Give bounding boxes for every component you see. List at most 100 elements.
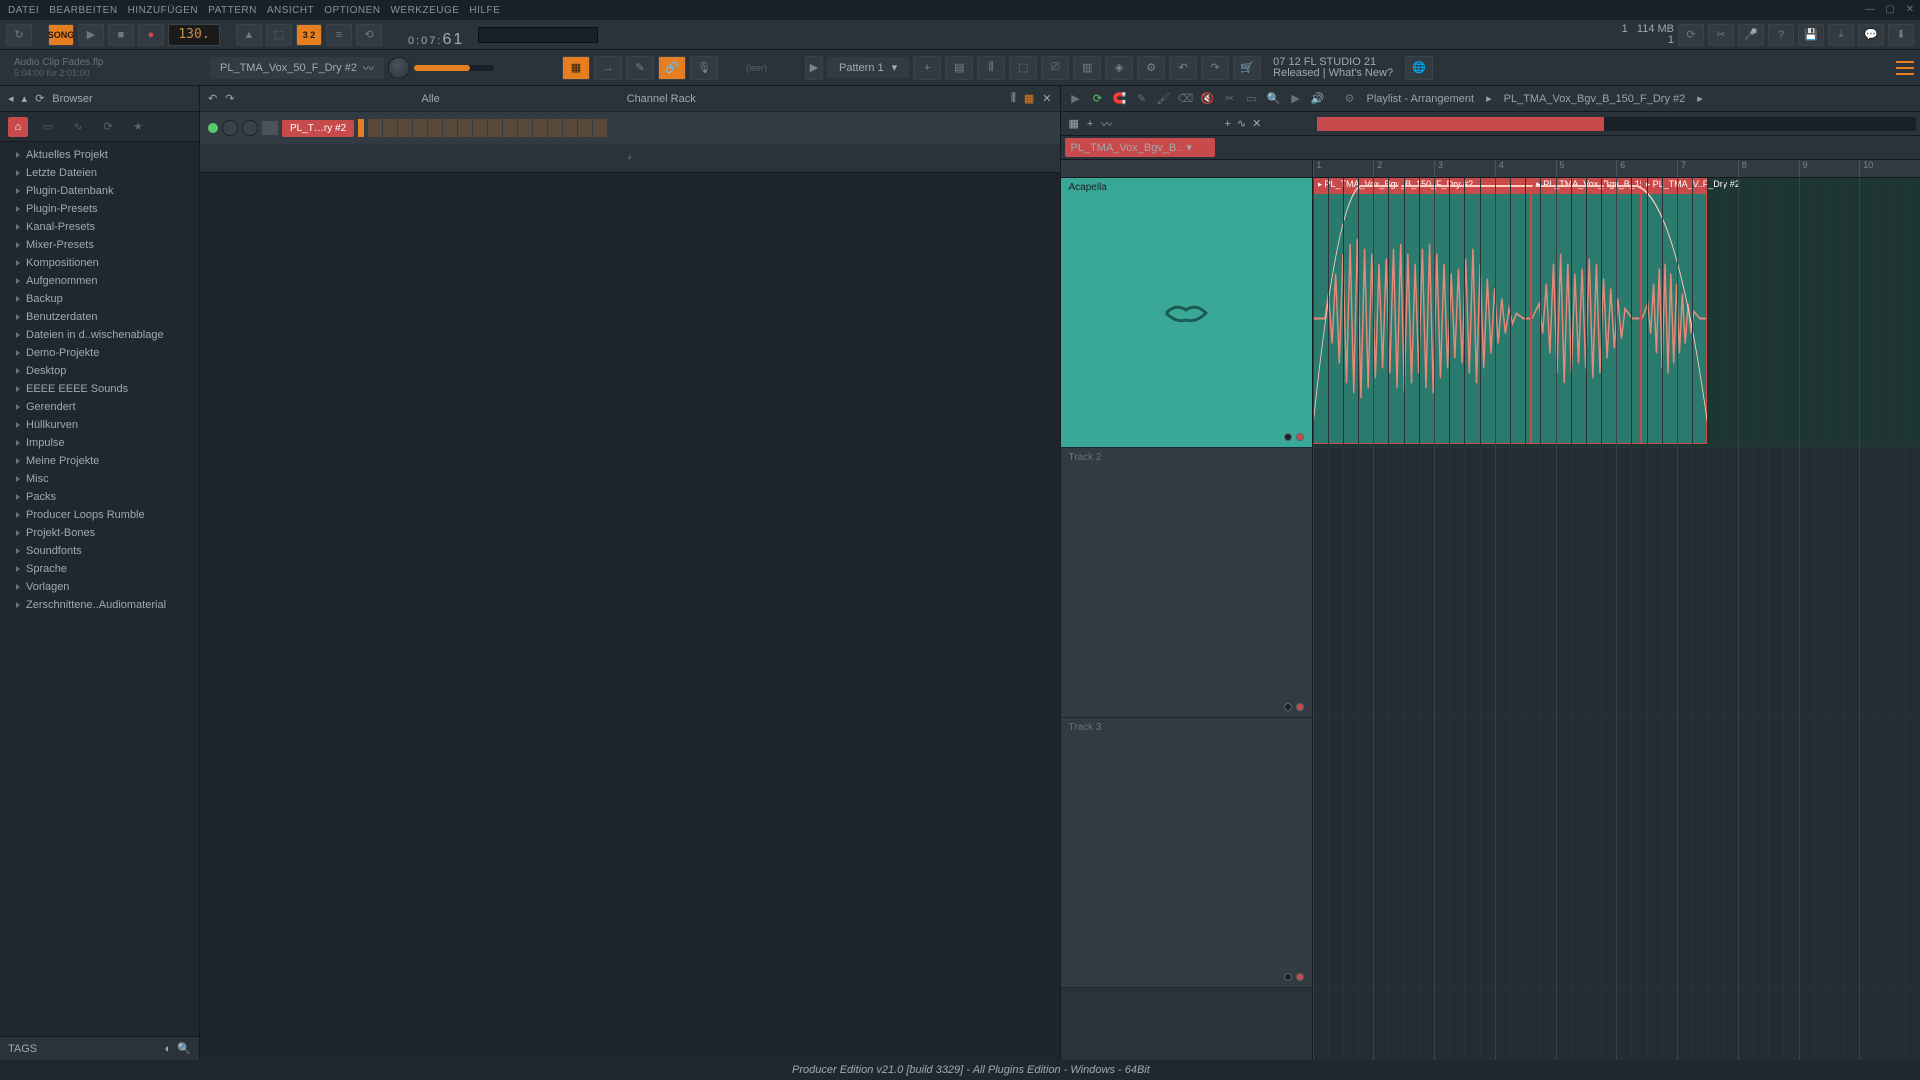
channel-name[interactable]: PL_T…ry #2 bbox=[282, 120, 354, 137]
audio-clip-3[interactable]: ▸ PL_TMA_V..F_Dry #2 bbox=[1641, 178, 1708, 444]
help-button[interactable]: ? bbox=[1768, 24, 1794, 46]
pl-play-icon[interactable]: ▶ bbox=[1067, 90, 1085, 108]
tool-slice-button[interactable]: ✎ bbox=[626, 56, 654, 80]
menu-view[interactable]: ANSICHT bbox=[263, 5, 318, 16]
step-cell[interactable] bbox=[413, 119, 427, 137]
bar-tick[interactable]: 1 bbox=[1313, 160, 1374, 177]
ch-filter[interactable]: Alle bbox=[421, 93, 439, 105]
view-channels-button[interactable]: ▤ bbox=[945, 56, 973, 80]
pl-grid-icon[interactable]: ▦ bbox=[1069, 117, 1079, 130]
pl-zoom-icon[interactable]: 🔍 bbox=[1265, 90, 1283, 108]
step-cell[interactable] bbox=[368, 119, 382, 137]
track-solo-dot[interactable] bbox=[1296, 703, 1304, 711]
view-sliders-button[interactable]: ⎚ bbox=[1041, 56, 1069, 80]
step-cell[interactable] bbox=[383, 119, 397, 137]
browser-audio-button[interactable]: ∿ bbox=[68, 117, 88, 137]
bar-tick[interactable]: 2 bbox=[1373, 160, 1434, 177]
chevron-up-icon[interactable]: ▴ bbox=[22, 92, 28, 105]
browser-fav-button[interactable]: ★ bbox=[128, 117, 148, 137]
tree-item[interactable]: Plugin-Datenbank bbox=[0, 182, 199, 200]
tree-item[interactable]: Misc bbox=[0, 470, 199, 488]
menu-help[interactable]: HILFE bbox=[465, 5, 504, 16]
menubar[interactable]: DATEI BEARBEITEN HINZUFÜGEN PATTERN ANSI… bbox=[0, 0, 1920, 20]
pattern-selector[interactable]: Pattern 1▾ bbox=[827, 57, 909, 78]
step-cell[interactable] bbox=[398, 119, 412, 137]
volume-slider[interactable] bbox=[414, 65, 494, 71]
track-header-3[interactable]: Track 3 bbox=[1061, 718, 1312, 988]
track-header-2[interactable]: Track 2 bbox=[1061, 448, 1312, 718]
audio-clip-1[interactable]: ▸ PL_TMA_Vox_Bgv_B_150_F_Dry #2 bbox=[1313, 178, 1532, 444]
tree-item[interactable]: Mixer-Presets bbox=[0, 236, 199, 254]
menu-edit[interactable]: BEARBEITEN bbox=[45, 5, 121, 16]
tool-link-button[interactable]: 🔗 bbox=[658, 56, 686, 80]
pl-speaker-icon[interactable]: 🔊 bbox=[1309, 90, 1327, 108]
menu-pattern[interactable]: PATTERN bbox=[204, 5, 261, 16]
tag-toggle-icon[interactable]: ◐ bbox=[165, 1043, 172, 1055]
step-cell[interactable] bbox=[578, 119, 592, 137]
mic-button[interactable]: 🎤 bbox=[1738, 24, 1764, 46]
view-next-button[interactable]: → bbox=[594, 56, 622, 80]
view-plugin-button[interactable]: ◈ bbox=[1105, 56, 1133, 80]
search-icon[interactable]: 🔍 bbox=[177, 1042, 191, 1055]
menu-file[interactable]: DATEI bbox=[4, 5, 43, 16]
tool-mic-button[interactable]: 🎙 bbox=[690, 56, 718, 80]
pl-select-icon[interactable]: ▭ bbox=[1243, 90, 1261, 108]
browser-refresh-button[interactable]: ⟳ bbox=[98, 117, 118, 137]
channel-pan-knob[interactable] bbox=[222, 120, 238, 136]
ch-grid-icon[interactable]: ▦ bbox=[1024, 92, 1034, 105]
undo-button[interactable]: ↶ bbox=[1169, 56, 1197, 80]
pl-play2-icon[interactable]: ▶ bbox=[1287, 90, 1305, 108]
play-button[interactable]: ▶ bbox=[78, 24, 104, 46]
pl-add-icon[interactable]: + bbox=[1087, 118, 1093, 130]
tree-item[interactable]: Kanal-Presets bbox=[0, 218, 199, 236]
pl-sync-icon[interactable]: ⟳ bbox=[1089, 90, 1107, 108]
bpm-display[interactable]: 130. bbox=[168, 24, 220, 46]
step-cell[interactable] bbox=[548, 119, 562, 137]
bar-tick[interactable]: 7 bbox=[1677, 160, 1738, 177]
news-box[interactable]: 07 12 FL STUDIO 21 Released | What's New… bbox=[1265, 57, 1401, 79]
playlist-crumb-clip[interactable]: PL_TMA_Vox_Bgv_B_150_F_Dry #2 bbox=[1500, 93, 1690, 105]
channel-enable-dot[interactable] bbox=[208, 123, 218, 133]
tree-item[interactable]: Aktuelles Projekt bbox=[0, 146, 199, 164]
tree-item[interactable]: Dateien in d..wischenablage bbox=[0, 326, 199, 344]
bar-tick[interactable]: 10 bbox=[1859, 160, 1920, 177]
track-header-1[interactable]: Acapella bbox=[1061, 178, 1312, 448]
step-cell[interactable] bbox=[488, 119, 502, 137]
track-mute-dot[interactable] bbox=[1284, 973, 1292, 981]
pattern-play-button[interactable]: ▶ bbox=[805, 56, 823, 80]
ch-graph-icon[interactable]: ⫼ bbox=[1011, 92, 1016, 105]
pl-automate-icon[interactable]: ∿ bbox=[1237, 117, 1246, 130]
download-button[interactable]: ⬇ bbox=[1888, 24, 1914, 46]
tree-item[interactable]: Letzte Dateien bbox=[0, 164, 199, 182]
pan-knob[interactable] bbox=[388, 57, 410, 79]
view-mixer-button[interactable]: ⫼ bbox=[977, 56, 1005, 80]
browser-clip-button[interactable]: ▭ bbox=[38, 117, 58, 137]
step-cell[interactable] bbox=[563, 119, 577, 137]
channel-add-button[interactable]: + bbox=[200, 144, 1060, 172]
tree-item[interactable]: Projekt-Bones bbox=[0, 524, 199, 542]
minimize-button[interactable]: — bbox=[1860, 0, 1880, 18]
browser-home-button[interactable]: ⌂ bbox=[8, 117, 28, 137]
channel-select-bar[interactable] bbox=[358, 119, 364, 137]
tree-item[interactable]: Zerschnittene..Audiomaterial bbox=[0, 596, 199, 614]
refresh-icon[interactable]: ⟳ bbox=[35, 92, 44, 105]
tree-item[interactable]: Kompositionen bbox=[0, 254, 199, 272]
menu-add[interactable]: HINZUFÜGEN bbox=[124, 5, 203, 16]
tree-item[interactable]: Benutzerdaten bbox=[0, 308, 199, 326]
shop-button[interactable]: 🛒 bbox=[1233, 56, 1261, 80]
countdown-button[interactable]: 3 2 bbox=[296, 24, 322, 46]
time-display[interactable]: 0:07:61 bbox=[408, 18, 464, 51]
export-button[interactable]: ⤓ bbox=[1828, 24, 1854, 46]
wait-button[interactable]: ⬚ bbox=[266, 24, 292, 46]
maximize-button[interactable]: ▢ bbox=[1880, 0, 1900, 18]
rewind-button[interactable]: ↻ bbox=[6, 24, 32, 46]
view-tempo-button[interactable]: ⚙ bbox=[1137, 56, 1165, 80]
tree-item[interactable]: Plugin-Presets bbox=[0, 200, 199, 218]
view-piano-button[interactable]: ⬚ bbox=[1009, 56, 1037, 80]
track-lanes[interactable]: ▸ PL_TMA_Vox_Bgv_B_150_F_Dry #2 ▸ PL_TMA… bbox=[1313, 178, 1920, 1060]
bar-tick[interactable]: 3 bbox=[1434, 160, 1495, 177]
tree-item[interactable]: Sprache bbox=[0, 560, 199, 578]
ch-fwd-icon[interactable]: ↷ bbox=[225, 92, 234, 105]
tree-item[interactable]: Vorlagen bbox=[0, 578, 199, 596]
track-solo-dot[interactable] bbox=[1296, 973, 1304, 981]
